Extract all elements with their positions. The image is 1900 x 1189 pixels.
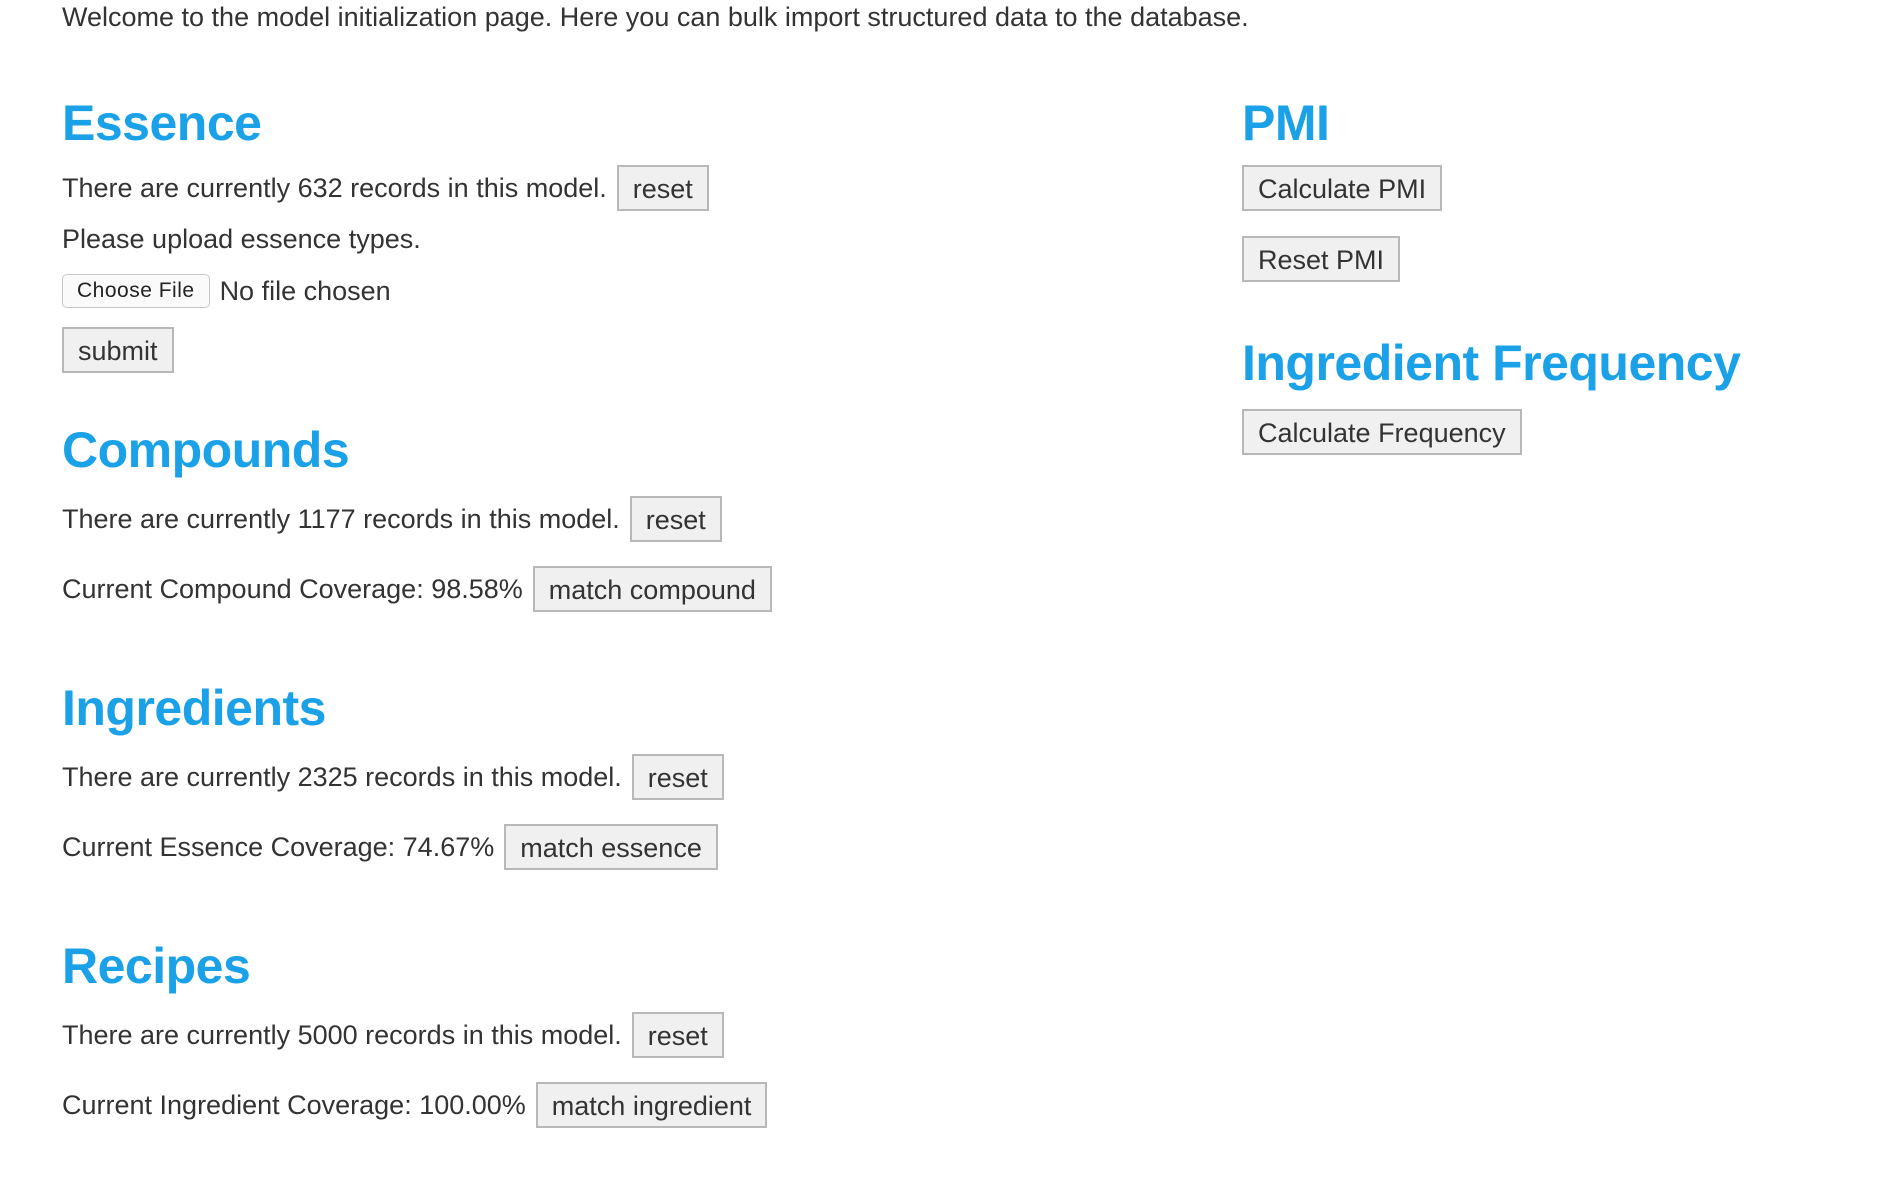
recipes-records-text: There are currently 5000 records in this… xyxy=(62,1019,622,1050)
recipes-coverage-text: Current Ingredient Coverage: 100.00% xyxy=(62,1089,526,1120)
ingredients-records-text: There are currently 2325 records in this… xyxy=(62,761,622,792)
recipes-records-row: There are currently 5000 records in this… xyxy=(62,1010,1162,1060)
recipes-title: Recipes xyxy=(62,938,251,994)
compounds-title: Compounds xyxy=(62,422,350,478)
compounds-reset-button[interactable]: reset xyxy=(629,496,722,542)
recipes-section: Recipes There are currently 5000 records… xyxy=(62,935,1162,1130)
ingredients-coverage-row: Current Essence Coverage: 74.67% match e… xyxy=(62,822,1162,872)
recipes-coverage-row: Current Ingredient Coverage: 100.00% mat… xyxy=(62,1080,1162,1130)
pmi-title: PMI xyxy=(1242,95,1330,151)
ingredients-records-row: There are currently 2325 records in this… xyxy=(62,752,1162,802)
reset-pmi-button[interactable]: Reset PMI xyxy=(1242,236,1401,282)
essence-section: Essence There are currently 632 records … xyxy=(62,92,1162,375)
ingredients-reset-button[interactable]: reset xyxy=(631,754,724,800)
essence-records-text: There are currently 632 records in this … xyxy=(62,172,607,203)
ingredients-section: Ingredients There are currently 2325 rec… xyxy=(62,677,1162,872)
compounds-records-row: There are currently 1177 records in this… xyxy=(62,494,1162,544)
ingredients-coverage-text: Current Essence Coverage: 74.67% xyxy=(62,831,495,862)
frequency-title: Ingredient Frequency xyxy=(1242,335,1741,391)
essence-upload-prompt: Please upload essence types. xyxy=(62,223,421,254)
recipes-reset-button[interactable]: reset xyxy=(631,1012,724,1058)
essence-records-row: There are currently 632 records in this … xyxy=(62,163,1162,213)
ingredients-title: Ingredients xyxy=(62,680,326,736)
essence-submit-button[interactable]: submit xyxy=(62,327,174,373)
essence-upload-prompt-row: Please upload essence types. xyxy=(62,219,1162,259)
page: Welcome to the model initialization page… xyxy=(0,0,1900,1189)
essence-reset-button[interactable]: reset xyxy=(616,165,709,211)
calculate-frequency-row: Calculate Frequency xyxy=(1242,407,1862,457)
calculate-frequency-button[interactable]: Calculate Frequency xyxy=(1242,409,1522,455)
essence-file-input: Choose File No file chosen xyxy=(62,271,1162,311)
welcome-text: Welcome to the model initialization page… xyxy=(62,2,1249,32)
calculate-pmi-button[interactable]: Calculate PMI xyxy=(1242,165,1443,211)
reset-pmi-row: Reset PMI xyxy=(1242,234,1862,284)
compounds-section: Compounds There are currently 1177 recor… xyxy=(62,419,1162,614)
match-compound-button[interactable]: match compound xyxy=(532,566,772,612)
calculate-pmi-row: Calculate PMI xyxy=(1242,163,1862,213)
match-ingredient-button[interactable]: match ingredient xyxy=(535,1082,768,1128)
pmi-section: PMI Calculate PMI Reset PMI xyxy=(1242,92,1862,284)
compounds-coverage-row: Current Compound Coverage: 98.58% match … xyxy=(62,564,1162,614)
right-column: PMI Calculate PMI Reset PMI Ingredient F… xyxy=(1242,92,1862,457)
left-column: Essence There are currently 632 records … xyxy=(62,92,1162,1130)
essence-submit-row: submit xyxy=(62,325,1162,375)
choose-file-button[interactable]: Choose File xyxy=(62,274,210,308)
frequency-section: Ingredient Frequency Calculate Frequency xyxy=(1242,332,1862,457)
essence-title: Essence xyxy=(62,95,262,151)
compounds-records-text: There are currently 1177 records in this… xyxy=(62,503,620,534)
file-status-text: No file chosen xyxy=(219,275,391,306)
match-essence-button[interactable]: match essence xyxy=(504,824,718,870)
compounds-coverage-text: Current Compound Coverage: 98.58% xyxy=(62,573,523,604)
